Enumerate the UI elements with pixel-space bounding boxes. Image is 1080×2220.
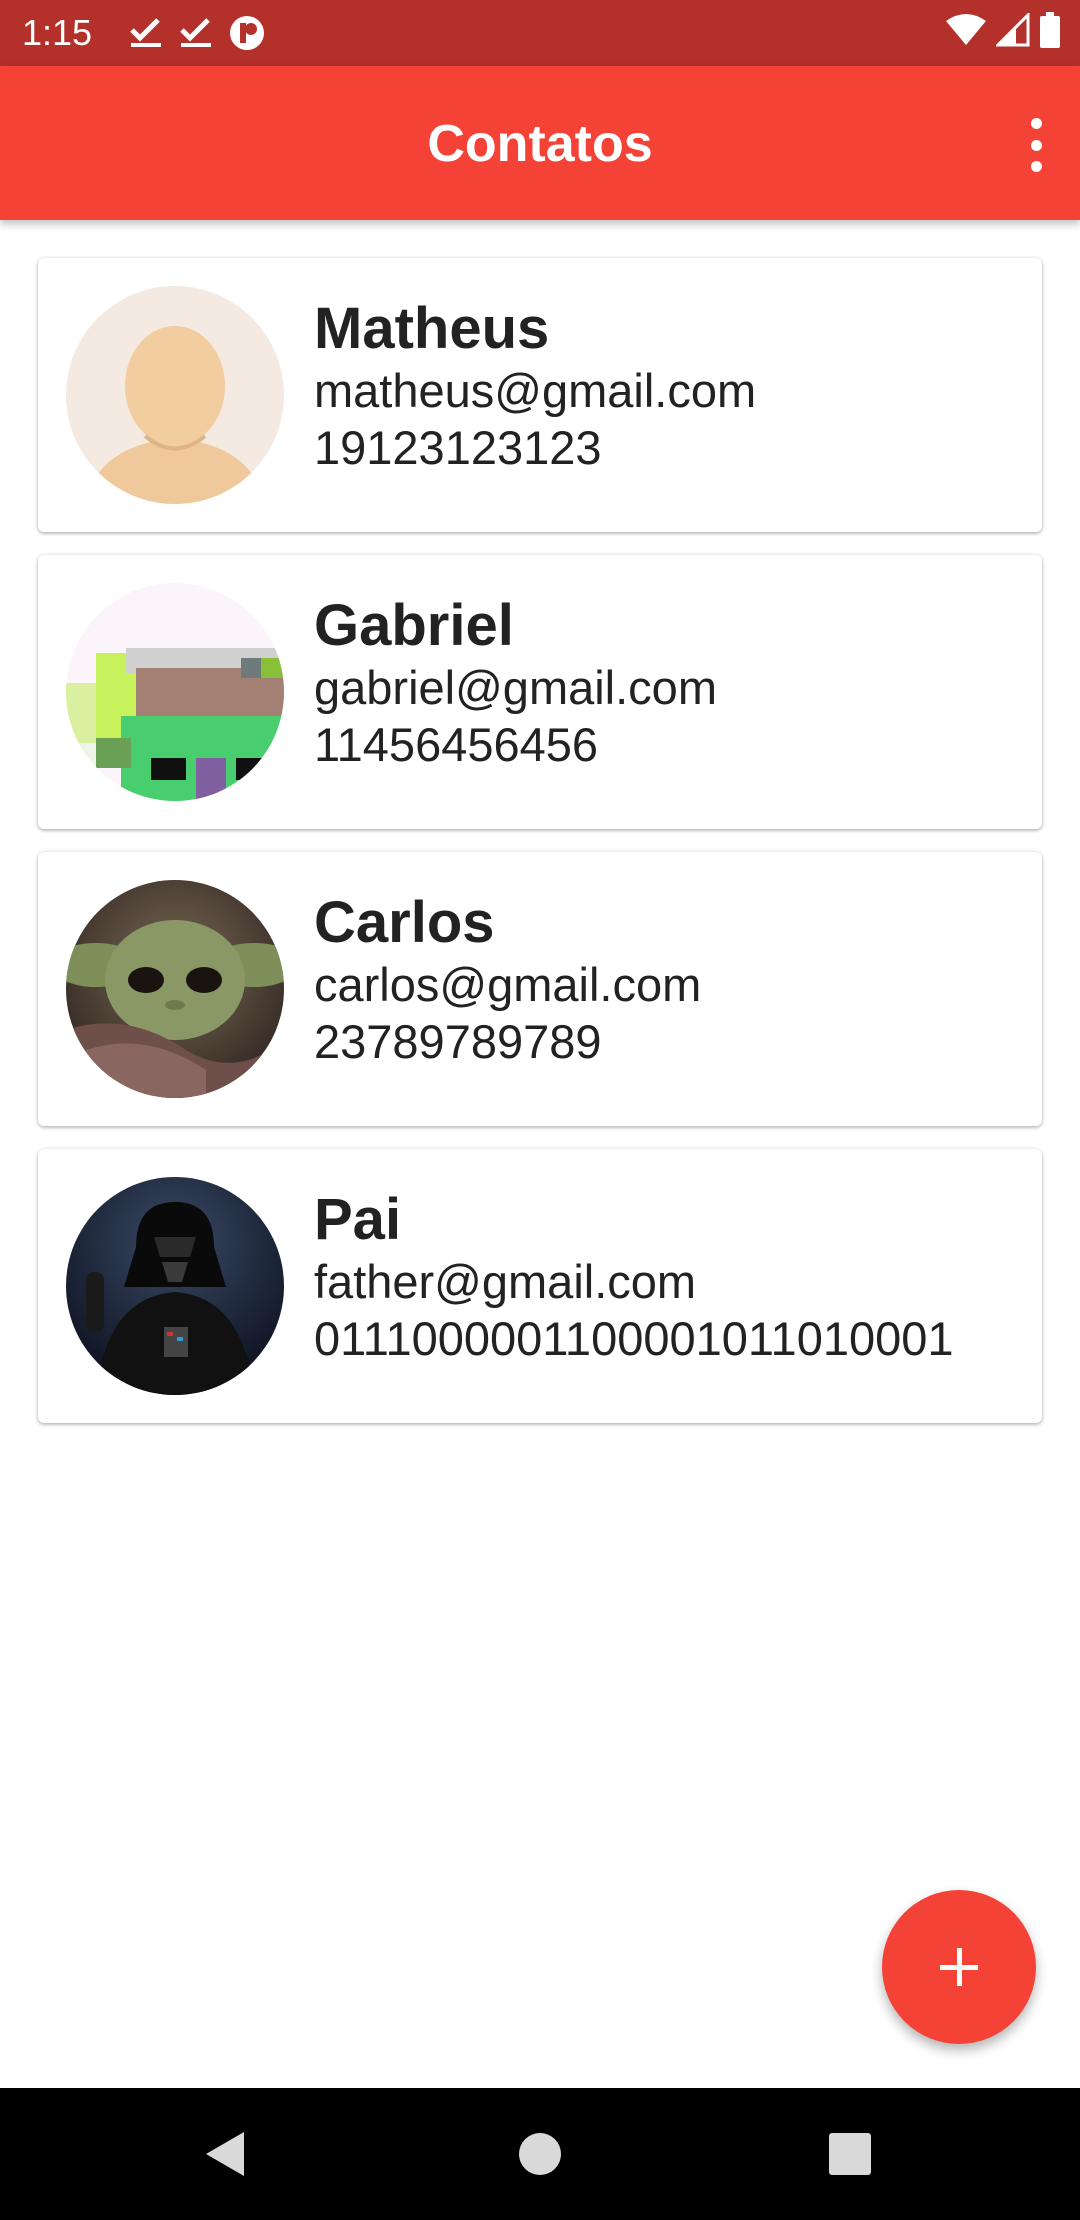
status-bar: 1:15 bbox=[0, 0, 1080, 66]
add-contact-button[interactable] bbox=[882, 1890, 1036, 2044]
default-person-avatar bbox=[66, 286, 284, 504]
recents-icon[interactable] bbox=[824, 2128, 876, 2180]
contact-phone: 11456456456 bbox=[314, 718, 599, 771]
contact-list: Matheus matheus@gmail.com 19123123123 Ga… bbox=[38, 258, 1042, 1446]
contact-email: gabriel@gmail.com bbox=[314, 661, 717, 714]
contact-phone: 23789789789 bbox=[314, 1015, 602, 1068]
contact-phone: 0111000001100001011010001 bbox=[314, 1312, 954, 1365]
system-nav-bar bbox=[0, 2088, 1080, 2220]
contact-card[interactable]: Matheus matheus@gmail.com 19123123123 bbox=[38, 258, 1042, 532]
home-icon[interactable] bbox=[514, 2128, 566, 2180]
contact-name: Gabriel bbox=[314, 593, 514, 658]
check-download-icon bbox=[130, 18, 161, 47]
contact-name: Carlos bbox=[314, 890, 495, 955]
contact-name: Pai bbox=[314, 1187, 402, 1252]
contact-info: Gabriel gabriel@gmail.com 11456456456 bbox=[314, 593, 1022, 773]
contact-name: Matheus bbox=[314, 296, 550, 361]
signal-icon bbox=[996, 13, 1030, 47]
darth-vader-photo bbox=[66, 1177, 284, 1395]
battery-icon bbox=[1040, 12, 1060, 48]
baby-yoda-photo bbox=[66, 880, 284, 1098]
back-icon[interactable] bbox=[200, 2128, 252, 2180]
contact-card[interactable]: Gabriel gabriel@gmail.com 11456456456 bbox=[38, 555, 1042, 829]
contact-info: Carlos carlos@gmail.com 23789789789 bbox=[314, 890, 1022, 1070]
app-bar: Contatos bbox=[0, 66, 1080, 220]
contact-email: matheus@gmail.com bbox=[314, 364, 757, 417]
recorder-icon bbox=[230, 16, 264, 50]
contact-email: carlos@gmail.com bbox=[314, 958, 702, 1011]
system-icons bbox=[946, 12, 1060, 48]
contact-info: Pai father@gmail.com 0111000001100001011… bbox=[314, 1187, 1022, 1367]
contact-phone: 19123123123 bbox=[314, 421, 602, 474]
contact-info: Matheus matheus@gmail.com 19123123123 bbox=[314, 296, 1022, 476]
page-title: Contatos bbox=[427, 115, 653, 173]
check-download-icon bbox=[180, 18, 211, 47]
wifi-icon bbox=[946, 14, 986, 45]
contact-card[interactable]: Carlos carlos@gmail.com 23789789789 bbox=[38, 852, 1042, 1126]
more-vert-icon[interactable] bbox=[1018, 118, 1054, 172]
notification-icons bbox=[128, 14, 266, 52]
contact-card[interactable]: Pai father@gmail.com 0111000001100001011… bbox=[38, 1149, 1042, 1423]
contact-email: father@gmail.com bbox=[314, 1255, 697, 1308]
status-time: 1:15 bbox=[22, 12, 93, 53]
pixel-art-avatar bbox=[66, 583, 284, 801]
